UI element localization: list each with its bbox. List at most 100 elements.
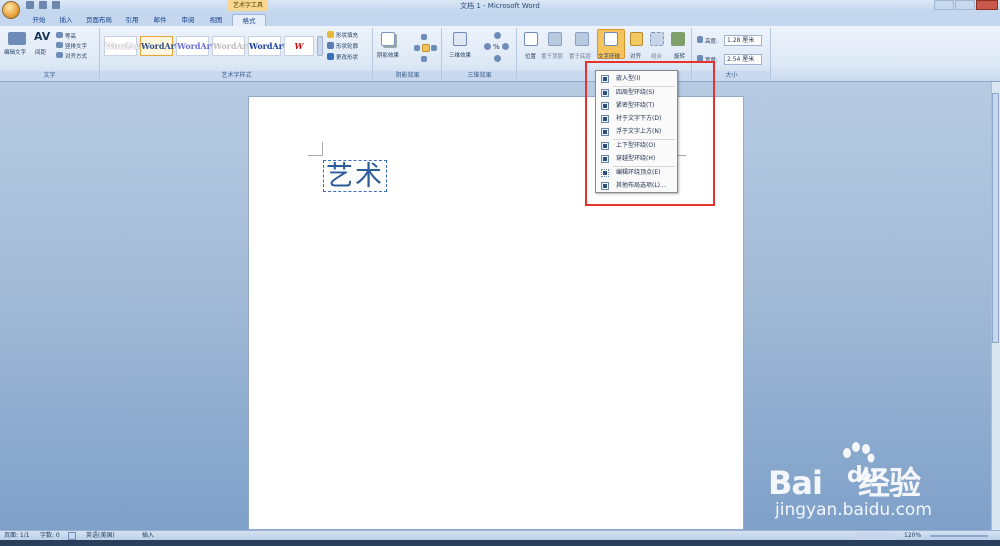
text-wrap-button[interactable]: 文字环绕: [598, 52, 620, 60]
scrollbar-thumb[interactable]: [992, 93, 999, 343]
tab-page-layout[interactable]: 页面布局: [82, 14, 116, 26]
tilt-left-icon[interactable]: [484, 43, 491, 50]
change-shape-button[interactable]: 更改形状: [336, 53, 358, 61]
crop-mark: [678, 155, 686, 156]
menu-item-tight[interactable]: 紧密型环绕(T): [597, 100, 677, 112]
behind-text-icon: [601, 115, 609, 123]
even-height-icon: [56, 32, 63, 38]
tab-references[interactable]: 引用: [120, 14, 144, 26]
width-label: 宽度:: [705, 58, 718, 64]
bring-front-button[interactable]: 置于顶层: [541, 52, 563, 60]
align-objects-icon: [630, 32, 643, 46]
wordart-styles-group: WordArt WordArt WordArt WordArt WordArt …: [101, 28, 373, 80]
ribbon-tabs: 开始 插入 页面布局 引用 邮件 审阅 视图 格式: [0, 11, 1000, 26]
text-wrap-icon: [604, 32, 618, 46]
in-front-text-icon: [601, 128, 609, 136]
group-icon: [650, 32, 664, 46]
wordart-style-1[interactable]: WordArt: [104, 36, 143, 56]
wordart-style-2[interactable]: WordArt: [140, 36, 179, 56]
wordart-style-3[interactable]: WordArt: [176, 36, 215, 56]
align-objects-button[interactable]: 对齐: [630, 52, 641, 60]
menu-item-edit-wrap-points[interactable]: 编辑环绕顶点(E): [597, 167, 677, 179]
baidu-paw-icon: [843, 442, 875, 463]
minimize-button[interactable]: [934, 0, 954, 10]
menu-item-behind-text[interactable]: 衬于文字下方(D): [597, 113, 677, 125]
baidu-url: jingyan.baidu.com: [775, 500, 932, 520]
align-text-button[interactable]: 对齐方式: [65, 52, 87, 60]
spacing-icon: AV: [34, 30, 51, 43]
align-icon: [56, 52, 63, 58]
size-group: 高度: 1.28 厘米 宽度: 2.54 厘米 大小: [693, 28, 771, 80]
nudge-down-icon[interactable]: [421, 56, 427, 62]
width-input[interactable]: 2.54 厘米: [724, 54, 762, 65]
rotate-icon: [671, 32, 685, 46]
maximize-button[interactable]: [955, 0, 975, 10]
group-button[interactable]: 组合: [651, 52, 662, 60]
nudge-up-icon[interactable]: [421, 34, 427, 40]
menu-item-inline[interactable]: 嵌入型(I): [597, 73, 677, 85]
tab-insert[interactable]: 插入: [54, 14, 78, 26]
menu-item-through[interactable]: 穿越型环绕(H): [597, 153, 677, 165]
tilt-up-icon[interactable]: [494, 32, 501, 39]
three-d-toggle-icon[interactable]: %: [493, 43, 500, 51]
wordart-object[interactable]: 艺术: [323, 160, 387, 192]
tab-view[interactable]: 视图: [204, 14, 228, 26]
crop-mark: [322, 142, 323, 156]
edit-text-button[interactable]: 编辑文字: [4, 48, 26, 56]
shape-outline-icon: [327, 42, 334, 49]
edit-text-icon: [8, 32, 26, 45]
nudge-right-icon[interactable]: [431, 45, 437, 51]
menu-item-in-front-of-text[interactable]: 浮于文字上方(N): [597, 126, 677, 138]
vertical-text-button[interactable]: 竖排文字: [65, 42, 87, 50]
tab-review[interactable]: 审阅: [176, 14, 200, 26]
tab-mailings[interactable]: 邮件: [148, 14, 172, 26]
wordart-styles-label: 艺术字样式: [101, 71, 372, 80]
close-button[interactable]: [976, 0, 998, 10]
text-group-label: 文字: [0, 71, 99, 80]
through-wrap-icon: [601, 155, 609, 163]
menu-item-more-layout-options[interactable]: 其他布局选项(L)...: [597, 180, 677, 192]
shadow-group-label: 阴影效果: [374, 71, 441, 80]
square-wrap-icon: [601, 89, 609, 97]
zoom-slider[interactable]: [930, 535, 988, 537]
shape-outline-button[interactable]: 形状轮廓: [336, 42, 358, 50]
menu-item-top-bottom[interactable]: 上下型环绕(O): [597, 140, 677, 152]
tab-home[interactable]: 开始: [26, 14, 52, 26]
size-group-label: 大小: [693, 71, 770, 80]
inline-icon: [601, 75, 609, 83]
ribbon: 编辑文字 AV 间距 等高 竖排文字 对齐方式 文字 WordArt WordA…: [0, 26, 1000, 82]
height-input[interactable]: 1.28 厘米: [724, 35, 762, 46]
position-button[interactable]: 位置: [525, 52, 536, 60]
shadow-toggle-icon[interactable]: [422, 44, 430, 52]
even-height-button[interactable]: 等高: [65, 32, 76, 40]
gallery-scroll[interactable]: [317, 36, 323, 56]
layout-options-icon: [601, 182, 609, 190]
shadow-effects-icon: [381, 32, 395, 46]
tab-format[interactable]: 格式: [232, 14, 266, 26]
position-icon: [524, 32, 538, 46]
shape-fill-icon: [327, 31, 334, 38]
wordart-style-5[interactable]: WordArt: [248, 36, 287, 56]
wordart-style-6[interactable]: W: [284, 36, 314, 56]
tilt-down-icon[interactable]: [494, 55, 501, 62]
send-back-button[interactable]: 置于底层: [569, 52, 591, 60]
view-buttons[interactable]: [855, 532, 895, 540]
text-group: 编辑文字 AV 间距 等高 竖排文字 对齐方式 文字: [0, 28, 100, 80]
wordart-style-4[interactable]: WordArt: [212, 36, 251, 56]
shadow-effects-button[interactable]: 阴影效果: [377, 51, 399, 59]
rotate-button[interactable]: 旋转: [674, 52, 685, 60]
three-d-effects-button[interactable]: 三维效果: [449, 51, 471, 59]
nudge-left-icon[interactable]: [414, 45, 420, 51]
send-back-icon: [575, 32, 589, 46]
status-bar: 页面: 1/1 字数: 0 英语(美国) 插入 120%: [0, 530, 1000, 540]
edit-points-icon: [601, 169, 609, 177]
three-d-group: 三维效果 % 三维效果: [443, 28, 517, 80]
spacing-button[interactable]: 间距: [35, 48, 46, 56]
height-label: 高度:: [705, 39, 718, 45]
menu-item-square[interactable]: 四周型环绕(S): [597, 87, 677, 99]
shape-fill-button[interactable]: 形状填充: [336, 31, 358, 39]
tilt-right-icon[interactable]: [502, 43, 509, 50]
width-icon: [697, 55, 703, 62]
proofing-icon[interactable]: [68, 532, 76, 540]
office-button[interactable]: [2, 1, 20, 19]
